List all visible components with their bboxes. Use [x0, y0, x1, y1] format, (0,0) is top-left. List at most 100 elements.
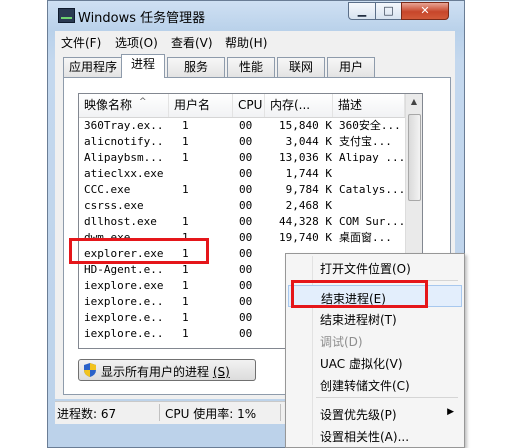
menu-help[interactable]: 帮助(H) [225, 34, 267, 51]
col-user-name[interactable]: 用户名 [169, 94, 233, 117]
process-cpu-cell: 00 [239, 279, 253, 292]
process-user-cell [182, 166, 207, 182]
process-row[interactable]: alicnotify... 1 00 3,044 K 支付宝... [79, 134, 422, 150]
process-cpu-cell: 00 [239, 311, 253, 324]
process-user-cell: 1 [182, 311, 189, 324]
uac-shield-icon [84, 363, 96, 377]
show-all-label: 显示所有用户的进程 [101, 365, 210, 379]
process-name-cell: 360Tray.ex... [84, 119, 164, 132]
process-desc-cell: Catalys... [339, 183, 406, 196]
explorer-highlight-box [69, 238, 209, 264]
process-desc-cell: Alipay ... [339, 151, 406, 164]
process-cpu-cell: 00 [239, 151, 253, 164]
submenu-arrow-icon: ▶ [447, 407, 454, 417]
process-row[interactable]: CCC.exe 1 00 9,784 K Catalys... [79, 182, 422, 198]
process-desc-cell [339, 166, 409, 182]
scroll-up-icon[interactable]: ▲ [406, 94, 422, 110]
process-mem-cell: 44,328 K [279, 215, 332, 228]
process-name-cell: dllhost.exe [84, 215, 157, 228]
process-user-cell: 1 [182, 183, 189, 196]
col-cpu[interactable]: CPU [233, 94, 265, 117]
title-bar[interactable]: Windows 任务管理器 ▁ □ ✕ [48, 1, 464, 29]
process-name-cell: iexplore.e... [84, 327, 164, 340]
status-divider [159, 404, 160, 421]
cpu-usage: CPU 使用率: 1% [165, 407, 257, 421]
maximize-button[interactable]: □ [375, 2, 402, 20]
show-all-shortcut: (S) [212, 365, 230, 379]
process-mem-cell: 3,044 K [285, 135, 332, 148]
process-row[interactable]: csrss.exe 00 2,468 K [79, 198, 422, 214]
process-mem-cell: 9,784 K [285, 183, 332, 196]
ctx-set-priority[interactable]: 设置优先级(P) ▶ [288, 402, 462, 424]
process-cpu-cell: 00 [239, 231, 253, 244]
process-name-cell: csrss.exe [84, 199, 144, 212]
process-name-cell: HD-Agent.e... [84, 263, 164, 276]
col-image-name[interactable]: ^ 映像名称 [79, 94, 169, 117]
process-row[interactable]: Alipaybsm.... 1 00 13,036 K Alipay ... [79, 150, 422, 166]
menu-view[interactable]: 查看(V) [171, 34, 213, 51]
close-button[interactable]: ✕ [401, 2, 449, 20]
menu-options[interactable]: 选项(O) [115, 34, 158, 51]
process-user-cell: 1 [182, 295, 189, 308]
show-all-users-button[interactable]: 显示所有用户的进程 (S) [78, 359, 256, 381]
process-mem-cell: 2,468 K [285, 199, 332, 212]
status-divider [280, 404, 281, 421]
process-user-cell [182, 198, 207, 214]
process-user-cell: 1 [182, 135, 189, 148]
process-cpu-cell: 00 [239, 263, 253, 276]
process-cpu-cell: 00 [239, 183, 253, 196]
process-mem-cell: 13,036 K [279, 151, 332, 164]
process-cpu-cell: 00 [239, 295, 253, 308]
process-cpu-cell: 00 [239, 119, 253, 132]
sort-up-icon: ^ [139, 97, 147, 107]
process-name-cell: atieclxx.exe [84, 167, 164, 180]
process-mem-cell: 19,740 K [279, 231, 332, 244]
tab-users[interactable]: 用户 [327, 57, 375, 77]
process-name-cell: iexplore.exe [84, 279, 164, 292]
process-desc-cell: 360安全... [339, 119, 401, 132]
process-name-cell: iexplore.e... [84, 311, 164, 324]
process-cpu-cell: 00 [239, 215, 253, 228]
process-mem-cell: 15,840 K [279, 119, 332, 132]
process-row[interactable]: atieclxx.exe 00 1,744 K [79, 166, 422, 182]
ctx-create-dump-file[interactable]: 创建转储文件(C) [288, 373, 462, 395]
list-header: ^ 映像名称 用户名 CPU 内存(... 描述 [79, 94, 422, 118]
ctx-end-process-tree[interactable]: 结束进程树(T) [288, 307, 462, 329]
col-memory[interactable]: 内存(... [265, 94, 333, 117]
process-user-cell: 1 [182, 279, 189, 292]
ctx-open-file-location[interactable]: 打开文件位置(O) [288, 256, 462, 278]
process-user-cell: 1 [182, 215, 189, 228]
tab-processes[interactable]: 进程 [121, 54, 165, 78]
process-user-cell: 1 [182, 263, 189, 276]
tab-applications[interactable]: 应用程序 [63, 57, 123, 77]
col-description[interactable]: 描述 [333, 94, 405, 117]
task-manager-icon [58, 8, 75, 23]
process-desc-cell: 支付宝... [339, 135, 392, 148]
process-cpu-cell: 00 [239, 327, 253, 340]
process-name-cell: iexplore.e... [84, 295, 164, 308]
window-title: Windows 任务管理器 [78, 11, 206, 26]
ctx-uac-virtualization[interactable]: UAC 虚拟化(V) [288, 351, 462, 373]
tab-performance[interactable]: 性能 [227, 57, 275, 77]
menu-file[interactable]: 文件(F) [61, 34, 101, 51]
menu-separator [316, 397, 458, 398]
menu-bar: 文件(F) 选项(O) 查看(V) 帮助(H) [55, 31, 455, 51]
process-row[interactable]: 360Tray.ex... 1 00 15,840 K 360安全... [79, 118, 422, 134]
end-process-highlight-box [291, 280, 428, 308]
process-user-cell: 1 [182, 151, 189, 164]
process-mem-cell: 1,744 K [285, 167, 332, 180]
process-name-cell: Alipaybsm.... [84, 151, 164, 164]
process-cpu-cell: 00 [239, 167, 253, 180]
process-desc-cell: COM Sur... [339, 215, 406, 228]
minimize-button[interactable]: ▁ [348, 2, 376, 20]
process-user-cell: 1 [182, 119, 189, 132]
tab-networking[interactable]: 联网 [277, 57, 325, 77]
tab-services[interactable]: 服务 [167, 57, 225, 77]
process-desc-cell: 桌面窗... [339, 231, 392, 244]
process-row[interactable]: dllhost.exe 1 00 44,328 K COM Sur... [79, 214, 422, 230]
ctx-set-affinity[interactable]: 设置相关性(A)... [288, 424, 462, 446]
process-cpu-cell: 00 [239, 199, 253, 212]
scroll-thumb[interactable] [408, 114, 421, 201]
process-count: 进程数: 67 [57, 407, 117, 421]
process-name-cell: alicnotify... [84, 135, 164, 148]
